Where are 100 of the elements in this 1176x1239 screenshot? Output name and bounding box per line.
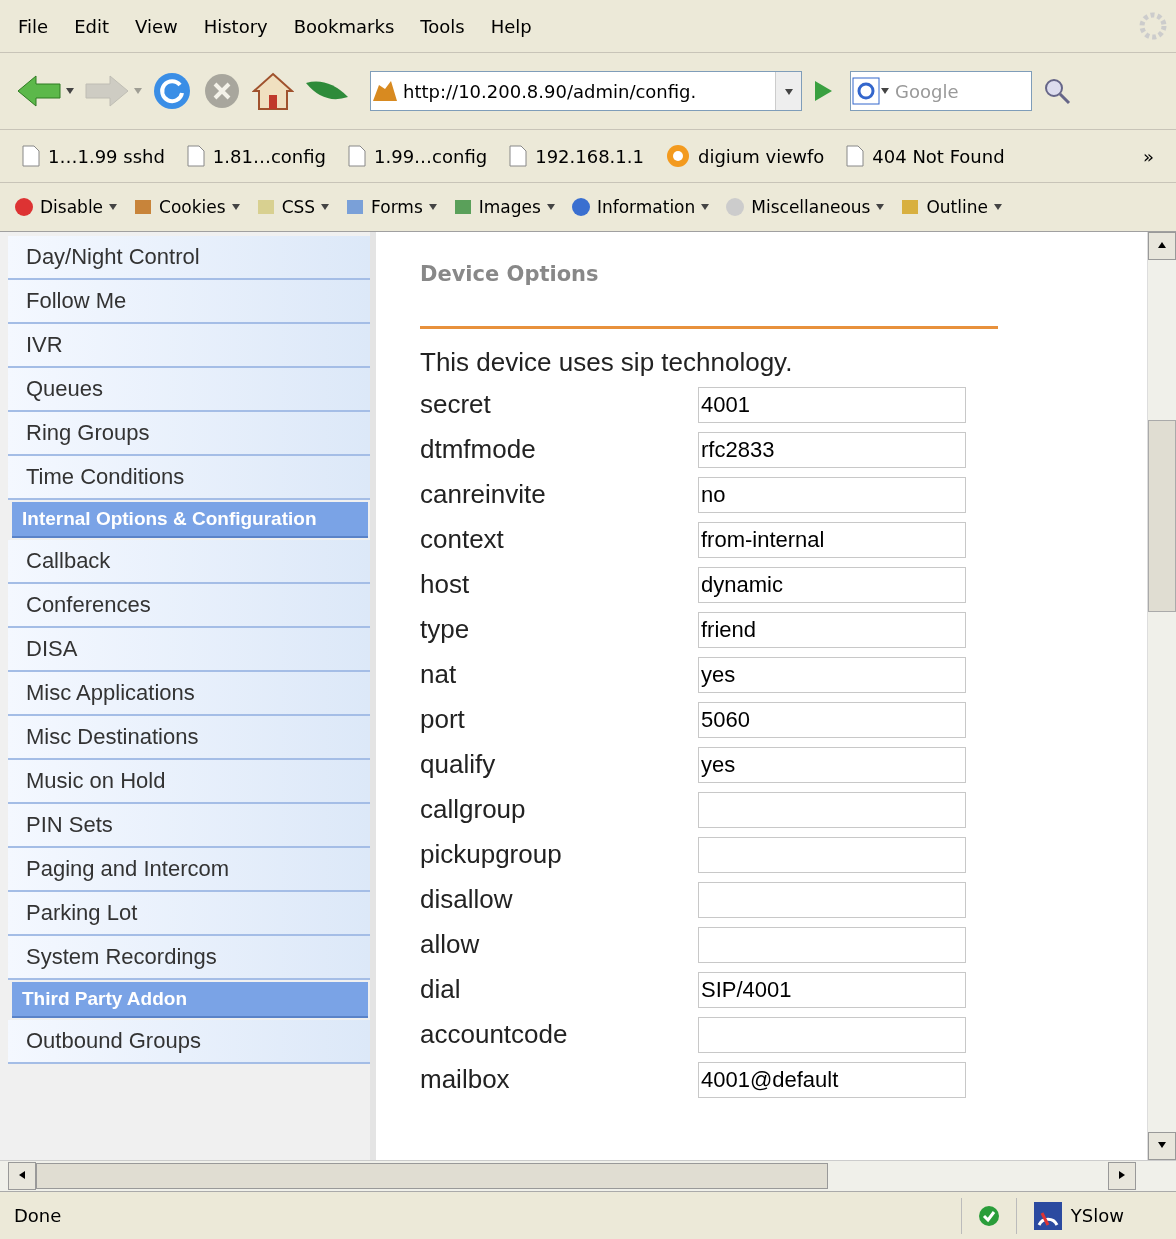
sidebar-item[interactable]: Ring Groups (8, 412, 370, 456)
caret-icon (994, 204, 1002, 210)
forms-icon (345, 197, 366, 217)
sidebar-item[interactable]: Music on Hold (8, 760, 370, 804)
back-arrow-icon (16, 73, 62, 109)
addon-label[interactable]: YSlow (1070, 1205, 1124, 1226)
scroll-up-button[interactable] (1148, 232, 1176, 260)
play-icon (812, 79, 834, 103)
caret-icon (321, 204, 330, 210)
text-field[interactable]: rfc2833 (698, 431, 966, 468)
address-bar[interactable]: http://10.200.8.90/admin/config. (370, 71, 802, 111)
go-button[interactable] (812, 79, 834, 103)
sidebar-item[interactable]: Day/Night Control (8, 236, 370, 280)
bookmark-link[interactable]: 404 Not Found (846, 145, 1005, 167)
menu-item[interactable]: Tools (410, 11, 475, 41)
text-field[interactable]: 4001 (698, 386, 966, 423)
text-field[interactable]: SIP/4001 (698, 971, 966, 1008)
scroll-left-button[interactable] (8, 1162, 36, 1190)
text-field[interactable] (698, 926, 966, 963)
menu-item[interactable]: History (193, 11, 278, 41)
scroll-right-button[interactable] (1108, 1162, 1136, 1190)
text-field[interactable]: from-internal (698, 521, 966, 558)
sidebar-item[interactable]: Queues (8, 368, 370, 412)
more-bookmarks-button[interactable]: » (1143, 145, 1154, 167)
sidebar-item[interactable]: Callback (8, 540, 370, 584)
sidebar-item[interactable]: Outbound Groups (8, 1020, 370, 1064)
bookmark-link[interactable]: digium viewfo (666, 144, 825, 168)
menu-item[interactable]: Bookmarks (283, 11, 405, 41)
sidebar-item[interactable]: DISA (8, 628, 370, 672)
field-label: nat (420, 659, 458, 690)
page-icon (186, 145, 205, 167)
text-field[interactable]: friend (698, 611, 966, 648)
text-field[interactable]: dynamic (698, 566, 966, 603)
sidebar-item[interactable]: Paging and Intercom (8, 848, 370, 892)
text-field[interactable] (698, 836, 966, 873)
menu-item[interactable]: Edit (64, 11, 119, 41)
info-icon (570, 197, 591, 217)
sidebar-item[interactable]: System Recordings (8, 936, 370, 980)
arrow-icon (1157, 240, 1167, 250)
throbber-icon (1138, 11, 1168, 41)
dropdown-button[interactable] (775, 72, 801, 110)
toolbar-menu-button[interactable]: Cookies (133, 197, 240, 217)
home-button[interactable] (252, 71, 294, 111)
caret-icon (66, 88, 74, 94)
ring-icon (666, 144, 690, 168)
field-label: secret (420, 389, 492, 420)
forward-arrow-icon (84, 73, 130, 109)
gauge-icon (1032, 1200, 1063, 1231)
bookmark-link[interactable]: 192.168.1.1 (509, 145, 644, 167)
intro-text: This device uses sip technology. (420, 347, 794, 378)
stop-icon (202, 71, 242, 111)
page-icon (846, 145, 865, 167)
sidebar-item[interactable]: IVR (8, 324, 370, 368)
scrollbar-thumb[interactable] (36, 1163, 828, 1189)
scroll-down-button[interactable] (1148, 1132, 1176, 1160)
menu-item[interactable]: Help (480, 11, 542, 41)
caret-icon (784, 88, 793, 95)
css-icon (255, 197, 276, 217)
menu-item[interactable]: View (125, 11, 188, 41)
sidebar-item[interactable]: Conferences (8, 584, 370, 628)
caret-icon (109, 204, 118, 210)
sidebar-item[interactable]: Parking Lot (8, 892, 370, 936)
sidebar-item[interactable]: PIN Sets (8, 804, 370, 848)
text-field[interactable]: 4001@default (698, 1061, 966, 1098)
sidebar-item[interactable]: Misc Destinations (8, 716, 370, 760)
field-label: mailbox (420, 1064, 511, 1095)
sidebar-item[interactable]: Time Conditions (8, 456, 370, 500)
page-icon (22, 145, 40, 167)
toolbar-menu-button[interactable]: Information (570, 197, 710, 217)
section-title: Device Options (420, 262, 600, 286)
back-button[interactable] (16, 73, 74, 109)
toolbar-menu-button[interactable]: Images (452, 197, 555, 217)
search-bar[interactable]: Google (850, 71, 1032, 111)
menu-item[interactable]: File (8, 11, 59, 41)
bookmark-link[interactable]: 1.81…config (186, 145, 326, 167)
toolbar-menu-button[interactable]: Forms (345, 197, 437, 217)
search-button[interactable] (1042, 76, 1072, 106)
images-icon (452, 197, 473, 217)
text-field[interactable]: yes (698, 656, 966, 693)
text-field[interactable] (698, 881, 966, 918)
bookmark-link[interactable]: 1…1.99 sshd (22, 145, 165, 167)
text-field[interactable] (698, 791, 966, 828)
bookmark-link[interactable]: 1.99…config (348, 145, 488, 167)
text-field[interactable]: no (698, 476, 966, 513)
reload-button[interactable] (152, 71, 192, 111)
sidebar-item[interactable]: Follow Me (8, 280, 370, 324)
toolbar-menu-button[interactable]: Outline (900, 197, 1002, 217)
toolbar-menu-button[interactable]: CSS (255, 197, 330, 217)
scrollbar-thumb[interactable] (1148, 420, 1176, 612)
text-field[interactable]: yes (698, 746, 966, 783)
field-label: host (420, 569, 471, 600)
text-field[interactable] (698, 1016, 966, 1053)
outline-icon (900, 197, 921, 217)
disable-icon (14, 197, 34, 217)
toolbar-menu-button[interactable]: Miscellaneous (725, 197, 885, 217)
arrow-icon (17, 1170, 27, 1180)
toolbar-menu-button[interactable]: Disable (14, 197, 118, 217)
text-field[interactable]: 5060 (698, 701, 966, 738)
sidebar-item[interactable]: Misc Applications (8, 672, 370, 716)
field-label: qualify (420, 749, 497, 780)
